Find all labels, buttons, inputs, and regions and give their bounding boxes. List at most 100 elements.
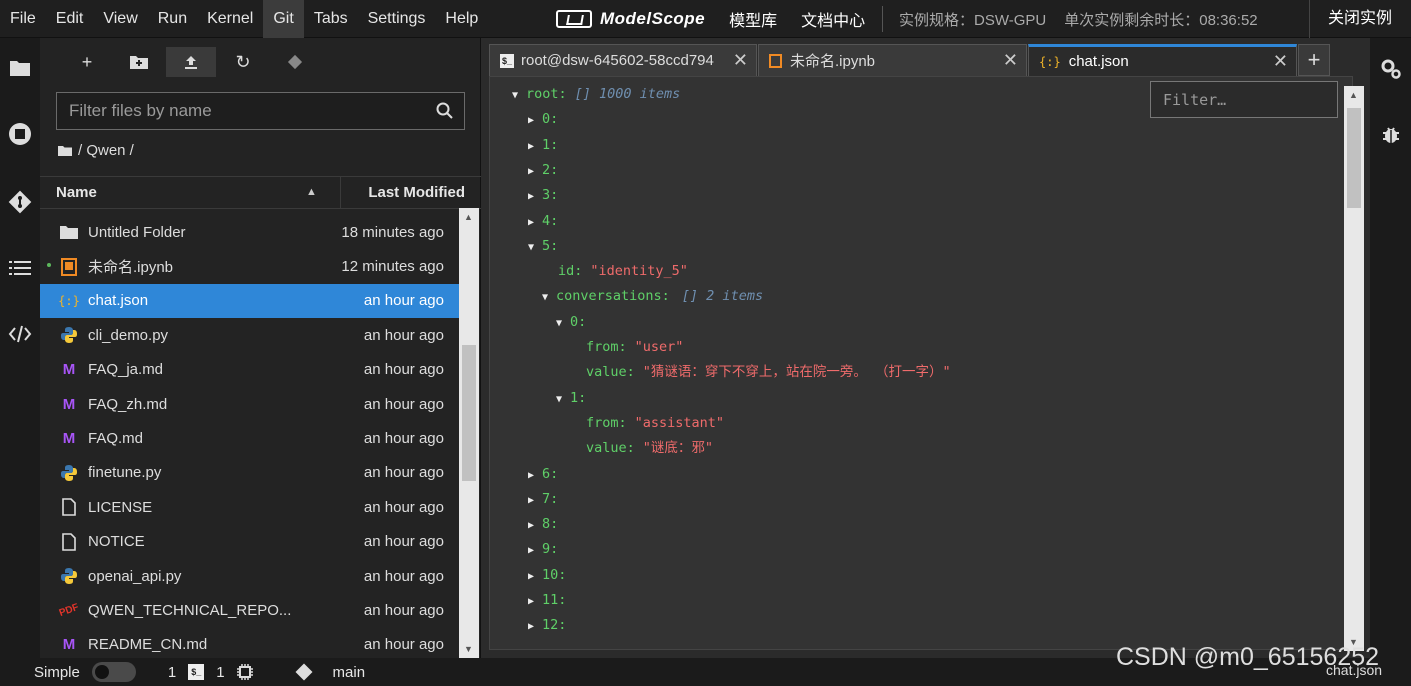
expanded-arrow-icon[interactable]: ▼ (512, 85, 526, 107)
scrollbar-thumb[interactable] (462, 345, 476, 481)
tab-terminal[interactable]: $_ root@dsw-645602-58ccd794 ✕ (489, 44, 757, 76)
collapsed-arrow-icon[interactable]: ▶ (528, 591, 542, 613)
last-modified-column-header[interactable]: Last Modified (340, 176, 481, 209)
file-row[interactable]: LICENSE an hour ago (40, 490, 459, 524)
expanded-arrow-icon[interactable]: ▼ (556, 313, 570, 335)
file-row[interactable]: openai_api.py an hour ago (40, 559, 459, 593)
upload-button[interactable] (166, 47, 216, 77)
refresh-button[interactable]: ↻ (218, 47, 268, 77)
file-row[interactable]: M FAQ_ja.md an hour ago (40, 353, 459, 387)
tab-notebook[interactable]: 未命名.ipynb ✕ (758, 44, 1027, 76)
collapsed-arrow-icon[interactable]: ▶ (528, 212, 542, 234)
json-filter-input[interactable] (1151, 82, 1354, 117)
json-node[interactable]: ▶ 6: (528, 463, 558, 485)
git-icon[interactable] (6, 188, 34, 216)
menu-edit[interactable]: Edit (46, 0, 94, 38)
json-node[interactable]: value: "谜底：邪" (586, 437, 713, 459)
scrollbar-thumb[interactable] (1347, 108, 1361, 208)
json-node[interactable]: ▶ 11: (528, 589, 566, 611)
terminal-count[interactable]: 1 (168, 664, 176, 681)
home-folder-icon[interactable] (58, 145, 72, 156)
file-row[interactable]: PDF QWEN_TECHNICAL_REPO... an hour ago (40, 593, 459, 627)
close-icon[interactable]: ✕ (1273, 51, 1288, 72)
collapsed-arrow-icon[interactable]: ▶ (528, 540, 542, 562)
json-node[interactable]: ▶ 3: (528, 184, 558, 206)
file-row[interactable]: M README_CN.md an hour ago (40, 628, 459, 655)
menu-file[interactable]: File (0, 0, 46, 38)
file-row[interactable]: Untitled Folder 18 minutes ago (40, 215, 459, 249)
add-tab-button[interactable]: + (1298, 44, 1330, 76)
menu-git[interactable]: Git (263, 0, 304, 38)
json-node[interactable]: ▶ 10: (528, 564, 566, 586)
json-node[interactable]: ▶ 8: (528, 513, 558, 535)
git-branch-name[interactable]: main (333, 664, 366, 681)
close-icon[interactable]: ✕ (733, 50, 748, 71)
collapsed-arrow-icon[interactable]: ▶ (528, 616, 542, 638)
json-node[interactable]: ▶ 4: (528, 210, 558, 232)
menu-run[interactable]: Run (148, 0, 197, 38)
collapsed-arrow-icon[interactable]: ▶ (528, 186, 542, 208)
json-node[interactable]: from: "assistant" (586, 412, 724, 434)
git-clone-button[interactable] (270, 47, 320, 77)
file-row[interactable]: M FAQ.md an hour ago (40, 421, 459, 455)
simple-mode-toggle[interactable] (91, 662, 136, 682)
collapsed-arrow-icon[interactable]: ▶ (528, 161, 542, 183)
toc-list-icon[interactable] (6, 254, 34, 282)
property-inspector-gears-icon[interactable] (1378, 56, 1404, 82)
breadcrumb-path[interactable]: / Qwen / (78, 142, 134, 159)
json-node[interactable]: from: "user" (586, 336, 683, 358)
file-row[interactable]: finetune.py an hour ago (40, 456, 459, 490)
menu-tabs[interactable]: Tabs (304, 0, 358, 38)
json-node[interactable]: ▶ 9: (528, 538, 558, 560)
file-filter-input[interactable] (57, 93, 436, 129)
folder-icon[interactable] (6, 54, 34, 82)
scroll-down-icon[interactable]: ▼ (464, 644, 473, 654)
json-node[interactable]: ▼ 0: (556, 311, 586, 333)
json-node[interactable]: ▶ 7: (528, 488, 558, 510)
json-node[interactable]: ▶ 0: (528, 108, 558, 130)
menu-view[interactable]: View (93, 0, 147, 38)
json-root-node[interactable]: ▼ root: [] 1000 items (512, 83, 680, 105)
close-instance-button[interactable]: 关闭实例 (1309, 0, 1410, 38)
json-node[interactable]: ▼ conversations: [] 2 items (542, 285, 763, 307)
collapsed-arrow-icon[interactable]: ▶ (528, 490, 542, 512)
json-node[interactable]: ▶ 1: (528, 134, 558, 156)
json-scrollbar[interactable]: ▲ ▼ (1344, 86, 1364, 651)
docs-link[interactable]: 文档中心 (801, 7, 865, 31)
collapsed-arrow-icon[interactable]: ▶ (528, 515, 542, 537)
running-stop-icon[interactable] (6, 120, 34, 148)
expanded-arrow-icon[interactable]: ▼ (542, 287, 556, 309)
new-launcher-button[interactable]: + (62, 47, 112, 77)
collapsed-arrow-icon[interactable]: ▶ (528, 136, 542, 158)
file-row[interactable]: cli_demo.py an hour ago (40, 318, 459, 352)
json-node[interactable]: value: "猜谜语：穿下不穿上，站在院一旁。 （打一字）" (586, 361, 951, 383)
menu-help[interactable]: Help (435, 0, 488, 38)
file-row[interactable]: NOTICE an hour ago (40, 525, 459, 559)
tab-chat-json[interactable]: {:} chat.json ✕ (1028, 44, 1297, 76)
new-folder-button[interactable] (114, 47, 164, 77)
name-column-header[interactable]: Name ▲ (40, 176, 340, 209)
expanded-arrow-icon[interactable]: ▼ (528, 237, 542, 259)
file-list-scrollbar[interactable]: ▲ ▼ (459, 208, 479, 658)
models-link[interactable]: 模型库 (729, 7, 777, 31)
collapsed-arrow-icon[interactable]: ▶ (528, 566, 542, 588)
scroll-up-icon[interactable]: ▲ (1349, 90, 1358, 100)
json-node[interactable]: ▶ 12: (528, 614, 566, 636)
close-icon[interactable]: ✕ (1003, 50, 1018, 71)
expanded-arrow-icon[interactable]: ▼ (556, 389, 570, 411)
file-row[interactable]: M FAQ_zh.md an hour ago (40, 387, 459, 421)
file-row[interactable]: 未命名.ipynb 12 minutes ago (40, 249, 459, 283)
code-snippets-icon[interactable] (6, 320, 34, 348)
json-node[interactable]: id: "identity_5" (558, 260, 688, 282)
debugger-bug-icon[interactable] (1378, 122, 1404, 148)
menu-settings[interactable]: Settings (358, 0, 436, 38)
search-icon[interactable] (436, 102, 454, 120)
collapsed-arrow-icon[interactable]: ▶ (528, 465, 542, 487)
file-row[interactable]: {:} chat.json an hour ago (40, 283, 459, 319)
scroll-up-icon[interactable]: ▲ (464, 212, 473, 222)
json-node[interactable]: ▶ 2: (528, 159, 558, 181)
kernel-count[interactable]: 1 (216, 664, 224, 681)
menu-kernel[interactable]: Kernel (197, 0, 263, 38)
json-node[interactable]: ▼ 1: (556, 387, 586, 409)
json-node[interactable]: ▼ 5: (528, 235, 558, 257)
